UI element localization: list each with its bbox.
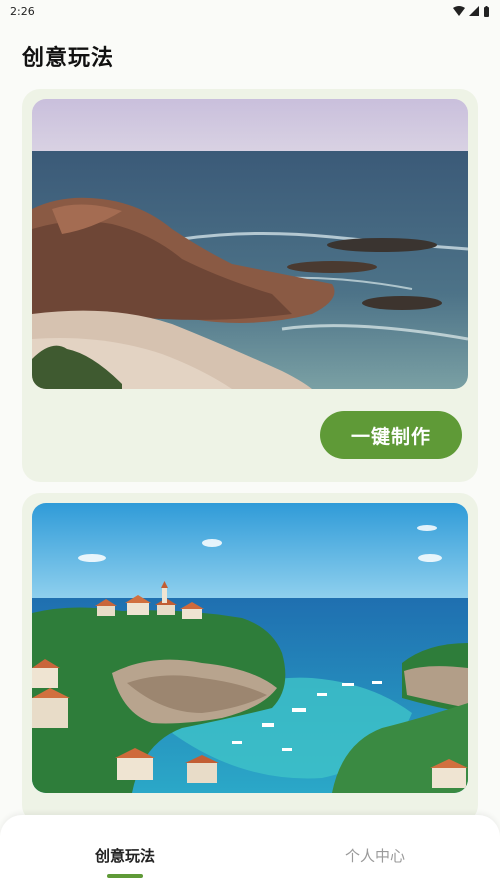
status-icons bbox=[453, 5, 490, 17]
tab-creative-play[interactable]: 创意玩法 bbox=[0, 815, 250, 889]
tab-label: 个人中心 bbox=[344, 847, 405, 865]
creative-card bbox=[22, 493, 478, 823]
signal-icon bbox=[469, 6, 479, 16]
active-tab-indicator bbox=[107, 874, 143, 878]
rocky-coast-image bbox=[32, 99, 468, 389]
tab-personal-center[interactable]: 个人中心 bbox=[250, 815, 500, 889]
bottom-nav: 创意玩法 个人中心 bbox=[0, 815, 500, 889]
tab-label: 创意玩法 bbox=[94, 847, 155, 865]
status-bar: 2:26 bbox=[0, 0, 500, 22]
card-image-rocky-coast[interactable] bbox=[32, 99, 468, 389]
wifi-icon bbox=[453, 6, 465, 16]
battery-icon bbox=[484, 5, 489, 17]
card-image-harbor[interactable] bbox=[32, 503, 468, 793]
creative-card: 一键制作 bbox=[22, 89, 478, 482]
one-click-make-button[interactable]: 一键制作 bbox=[320, 411, 462, 459]
page-title: 创意玩法 bbox=[22, 46, 115, 71]
status-time: 2:26 bbox=[10, 4, 35, 18]
harbor-illustration-image bbox=[32, 503, 468, 793]
